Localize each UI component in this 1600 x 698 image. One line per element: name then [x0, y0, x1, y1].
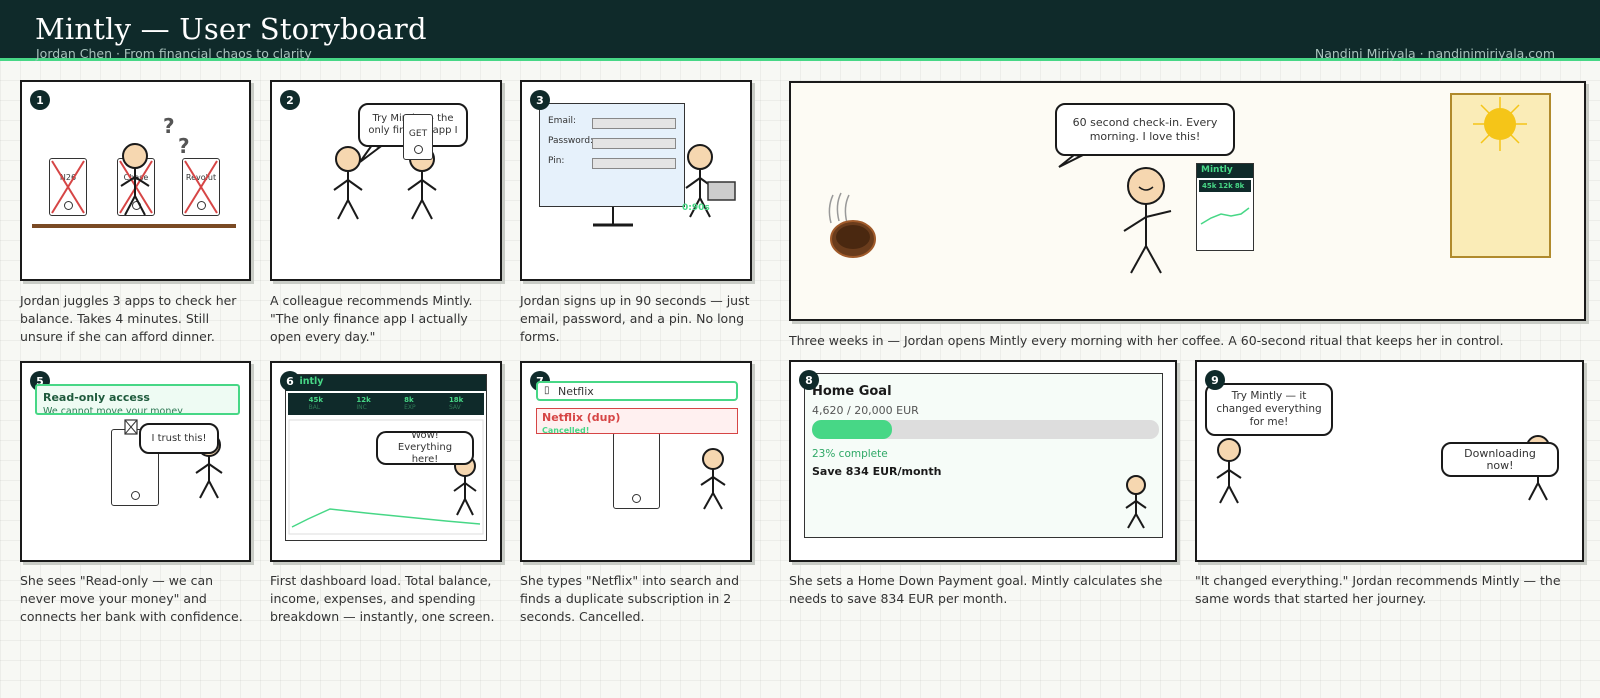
search-value: Netflix — [558, 385, 594, 398]
question-mark-icon: ? — [178, 134, 190, 158]
panel-caption: She sets a Home Down Payment goal. Mintl… — [789, 573, 1163, 606]
dashboard-stats: 45k 12k 8k — [1199, 180, 1251, 192]
panel-caption: Three weeks in — Jordan opens Mintly eve… — [789, 333, 1504, 348]
spending-chart — [1200, 207, 1250, 225]
panel-number: 6 — [280, 371, 300, 391]
speech-bubble: Wow! Everything here! — [376, 430, 474, 465]
colleague-phone: GET — [403, 114, 433, 160]
panel-4: 60 second check-in. Every morning. I lov… — [789, 81, 1586, 321]
speech-bubble: I trust this! — [139, 423, 219, 454]
panel-number: 2 — [280, 90, 300, 110]
stat-value: 45k — [1202, 182, 1217, 190]
panel-caption: Jordan signs up in 90 seconds — just ema… — [520, 293, 750, 344]
speech-bubble: Downloading now! — [1441, 442, 1559, 477]
panel-caption: She sees "Read-only — we can never move … — [20, 573, 243, 624]
question-mark-icon: ? — [163, 114, 175, 138]
signup-timer: 0:90s — [682, 203, 710, 213]
panel-caption: First dashboard load. Total balance, inc… — [270, 573, 495, 624]
panel-caption: "It changed everything." Jordan recommen… — [1195, 573, 1561, 606]
search-icon: ▯ — [544, 385, 550, 396]
panel-5: 5 Read-only access We cannot move your m… — [20, 361, 251, 562]
coffee-cup — [828, 192, 850, 224]
header: Mintly — User Storyboard Jordan Chen · F… — [0, 0, 1600, 61]
panel-2: 2 Try Mintly — the only finance app I GE… — [270, 80, 502, 281]
panel-caption: She types "Netflix" into search and find… — [520, 573, 740, 624]
window — [1450, 93, 1551, 258]
stick-figure-jordan — [1123, 167, 1172, 274]
panel-number: 1 — [30, 90, 50, 110]
banner-subtitle: We cannot move your money — [43, 406, 183, 415]
read-only-banner: Read-only access We cannot move your mon… — [35, 384, 240, 415]
monitor-stand — [593, 144, 736, 227]
stick-figure-jordan — [1125, 475, 1147, 529]
duplicate-result[interactable]: Netflix (dup) Cancelled! — [536, 408, 738, 434]
stat-value: 8k — [1234, 182, 1245, 190]
author-credit: Nandini Miriyala · nandinimiriyala.com — [1314, 46, 1555, 61]
panel-9: 9 Try Mintly — it changed everything for… — [1195, 360, 1584, 562]
panel-number: 8 — [799, 370, 819, 390]
panel-caption: A colleague recommends Mintly. "The only… — [270, 293, 473, 344]
get-app-label: GET — [408, 129, 428, 139]
page-title: Mintly — User Storyboard — [35, 12, 427, 46]
laptop — [707, 181, 736, 201]
panel-1: 1 N26 Chase Revolut ? ? — [20, 80, 251, 281]
search-input[interactable]: ▯ Netflix — [536, 381, 738, 401]
panel-6: 6 Mintly 45k BAL 12k INC 8k EXP 18k SAV Wow!… — [270, 361, 502, 562]
stat-value: 12k — [1218, 182, 1233, 190]
panel-caption: Jordan juggles 3 apps to check her balan… — [20, 293, 237, 344]
speech-bubble: Try Mintly — it changed everything for m… — [1205, 383, 1333, 436]
panel-number: 9 — [1205, 370, 1225, 390]
banner-title: Read-only access — [43, 391, 150, 404]
panel-3: 3 Email: Password: Pin: 0:90s — [520, 80, 752, 281]
panel-number: 3 — [530, 90, 550, 110]
panel-8: 8 Home Goal 4,620 / 20,000 EUR 23% compl… — [789, 360, 1177, 562]
duplicate-title: Netflix (dup) — [542, 411, 621, 424]
dashboard-brand: Mintly — [1197, 164, 1253, 178]
cross-marks — [32, 143, 236, 228]
page-subtitle: Jordan Chen · From financial chaos to cl… — [36, 46, 312, 61]
cancelled-status: Cancelled! — [542, 426, 590, 434]
panel-7: 7 ▯ Netflix Netflix (dup) Cancelled! — [520, 361, 752, 562]
speech-bubble: 60 second check-in. Every morning. I lov… — [1055, 103, 1235, 156]
mini-dashboard: Mintly 45k 12k 8k — [1196, 163, 1254, 251]
